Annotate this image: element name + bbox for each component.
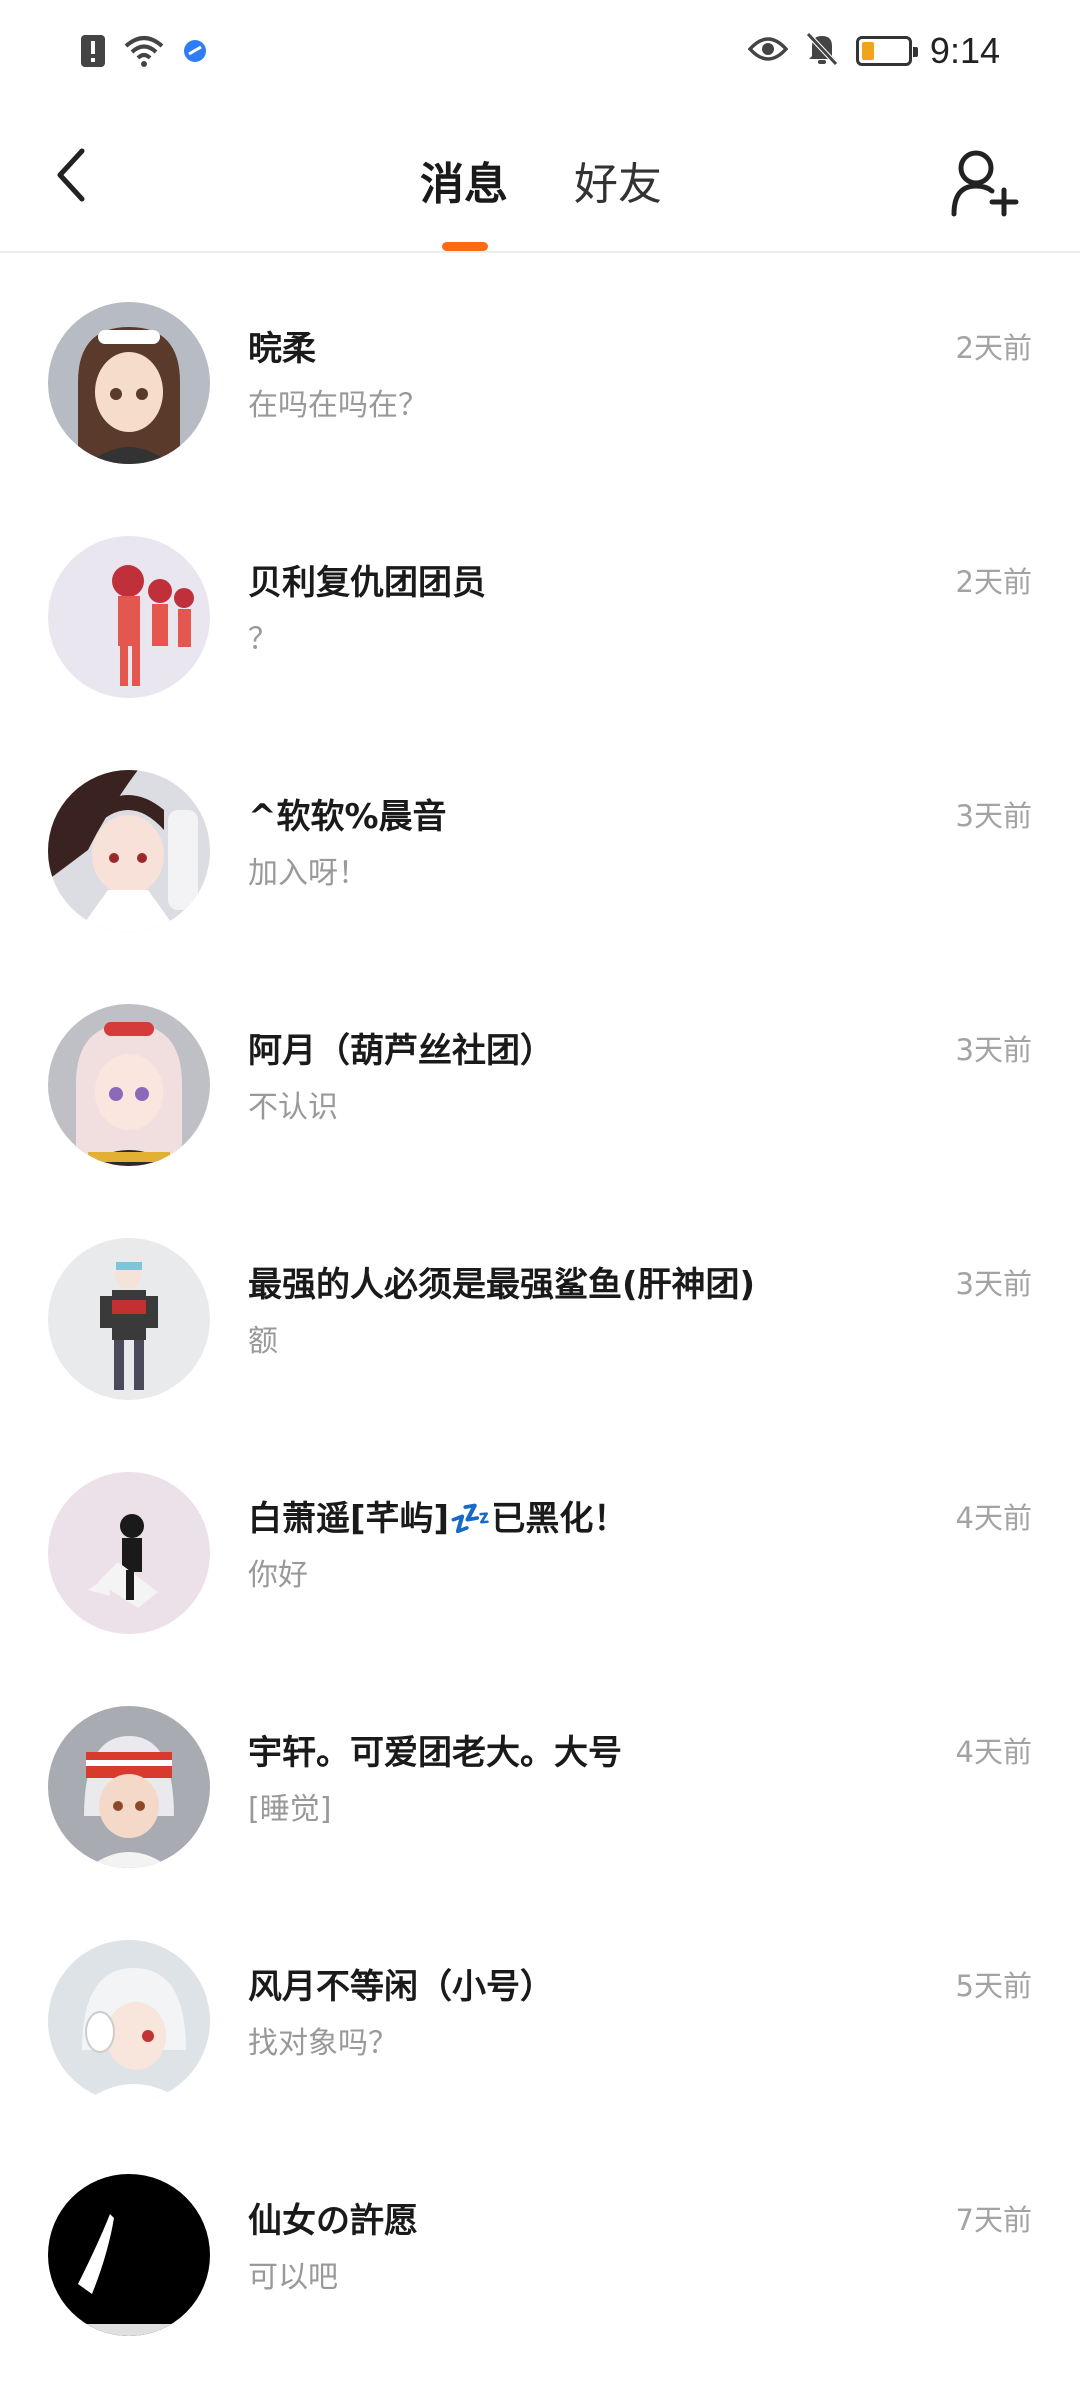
avatar[interactable] — [48, 1472, 210, 1634]
avatar[interactable] — [48, 770, 210, 932]
conversation-name: ^软软%晨音 — [248, 797, 447, 837]
status-right: 9:14 — [747, 30, 1000, 72]
conversation-time: 2天前 — [955, 331, 1032, 365]
conversation-preview: 你好 — [248, 1558, 308, 1593]
top-nav-bar: 消息 好友 — [0, 110, 1080, 253]
avatar[interactable] — [48, 536, 210, 698]
conversation-item[interactable]: 阿月（葫芦丝社团） 不认识 3天前 — [0, 957, 1080, 1191]
conversation-preview: 在吗在吗在？ — [248, 388, 428, 423]
conversation-time: 3天前 — [955, 1267, 1032, 1301]
avatar[interactable] — [48, 302, 210, 464]
status-left — [80, 34, 208, 72]
avatar[interactable] — [48, 1238, 210, 1400]
tab-messages[interactable]: 消息 — [420, 148, 508, 212]
conversation-name: 仙女の許愿 — [248, 2201, 418, 2241]
add-friend-button[interactable] — [948, 146, 1020, 218]
conversation-item[interactable]: 宇轩。可爱团老大。大号 [睡觉] 4天前 — [0, 1659, 1080, 1893]
avatar[interactable] — [48, 1004, 210, 1166]
conversation-preview: 找对象吗？ — [248, 2026, 398, 2061]
battery-level — [861, 42, 875, 60]
conversation-item[interactable]: 白萧遥[芊屿]💤已黑化！ 你好 4天前 — [0, 1425, 1080, 1659]
conversation-preview: 额 — [248, 1324, 278, 1359]
conversation-item[interactable]: 晥柔 在吗在吗在？ 2天前 — [0, 255, 1080, 489]
status-bar: 9:14 — [0, 0, 1080, 110]
conversation-time: 4天前 — [955, 1501, 1032, 1535]
conversation-name: 晥柔 — [248, 329, 316, 369]
battery-icon — [855, 36, 918, 66]
conversation-time: 5天前 — [955, 1969, 1032, 2003]
wifi-icon — [124, 34, 164, 72]
conversation-name: 白萧遥[芊屿]💤已黑化！ — [248, 1499, 628, 1539]
conversation-time: 4天前 — [955, 1735, 1032, 1769]
conversation-name: 贝利复仇团团员 — [248, 563, 486, 603]
conversation-preview: 不认识 — [248, 1090, 338, 1125]
conversation-list: 晥柔 在吗在吗在？ 2天前 贝利复仇团团员 ？ 2天前 ^软软%晨音 加入呀！ … — [0, 255, 1080, 2361]
conversation-name: 宇轩。可爱团老大。大号 — [248, 1733, 622, 1773]
avatar[interactable] — [48, 1706, 210, 1868]
eye-icon — [747, 35, 789, 67]
avatar[interactable] — [48, 2174, 210, 2336]
add-person-icon — [951, 150, 1019, 217]
app-notification-icon — [182, 38, 208, 68]
conversation-item[interactable]: 贝利复仇团团员 ？ 2天前 — [0, 489, 1080, 723]
mute-bell-icon — [806, 32, 838, 70]
avatar[interactable] — [48, 1940, 210, 2102]
status-time: 9:14 — [929, 30, 1000, 71]
conversation-preview: ？ — [248, 622, 278, 657]
tab-bar: 消息 好友 — [0, 110, 1080, 253]
active-tab-indicator — [442, 242, 488, 251]
conversation-name: 风月不等闲（小号） — [248, 1967, 554, 2007]
conversation-preview: [睡觉] — [248, 1792, 332, 1827]
conversation-time: 3天前 — [955, 799, 1032, 833]
conversation-item[interactable]: 风月不等闲（小号） 找对象吗？ 5天前 — [0, 1893, 1080, 2127]
tab-friends[interactable]: 好友 — [574, 148, 662, 212]
conversation-preview: 可以吧 — [248, 2260, 338, 2295]
conversation-time: 2天前 — [955, 565, 1032, 599]
alert-icon — [80, 34, 106, 72]
conversation-name: 阿月（葫芦丝社团） — [248, 1031, 554, 1071]
conversation-item[interactable]: ^软软%晨音 加入呀！ 3天前 — [0, 723, 1080, 957]
conversation-preview: 加入呀！ — [248, 856, 368, 891]
conversation-item[interactable]: 最强的人必须是最强鲨鱼(肝神团) 额 3天前 — [0, 1191, 1080, 1425]
conversation-time: 3天前 — [955, 1033, 1032, 1067]
conversation-name: 最强的人必须是最强鲨鱼(肝神团) — [248, 1265, 756, 1305]
conversation-item[interactable]: 仙女の許愿 可以吧 7天前 — [0, 2127, 1080, 2361]
conversation-time: 7天前 — [955, 2203, 1032, 2237]
